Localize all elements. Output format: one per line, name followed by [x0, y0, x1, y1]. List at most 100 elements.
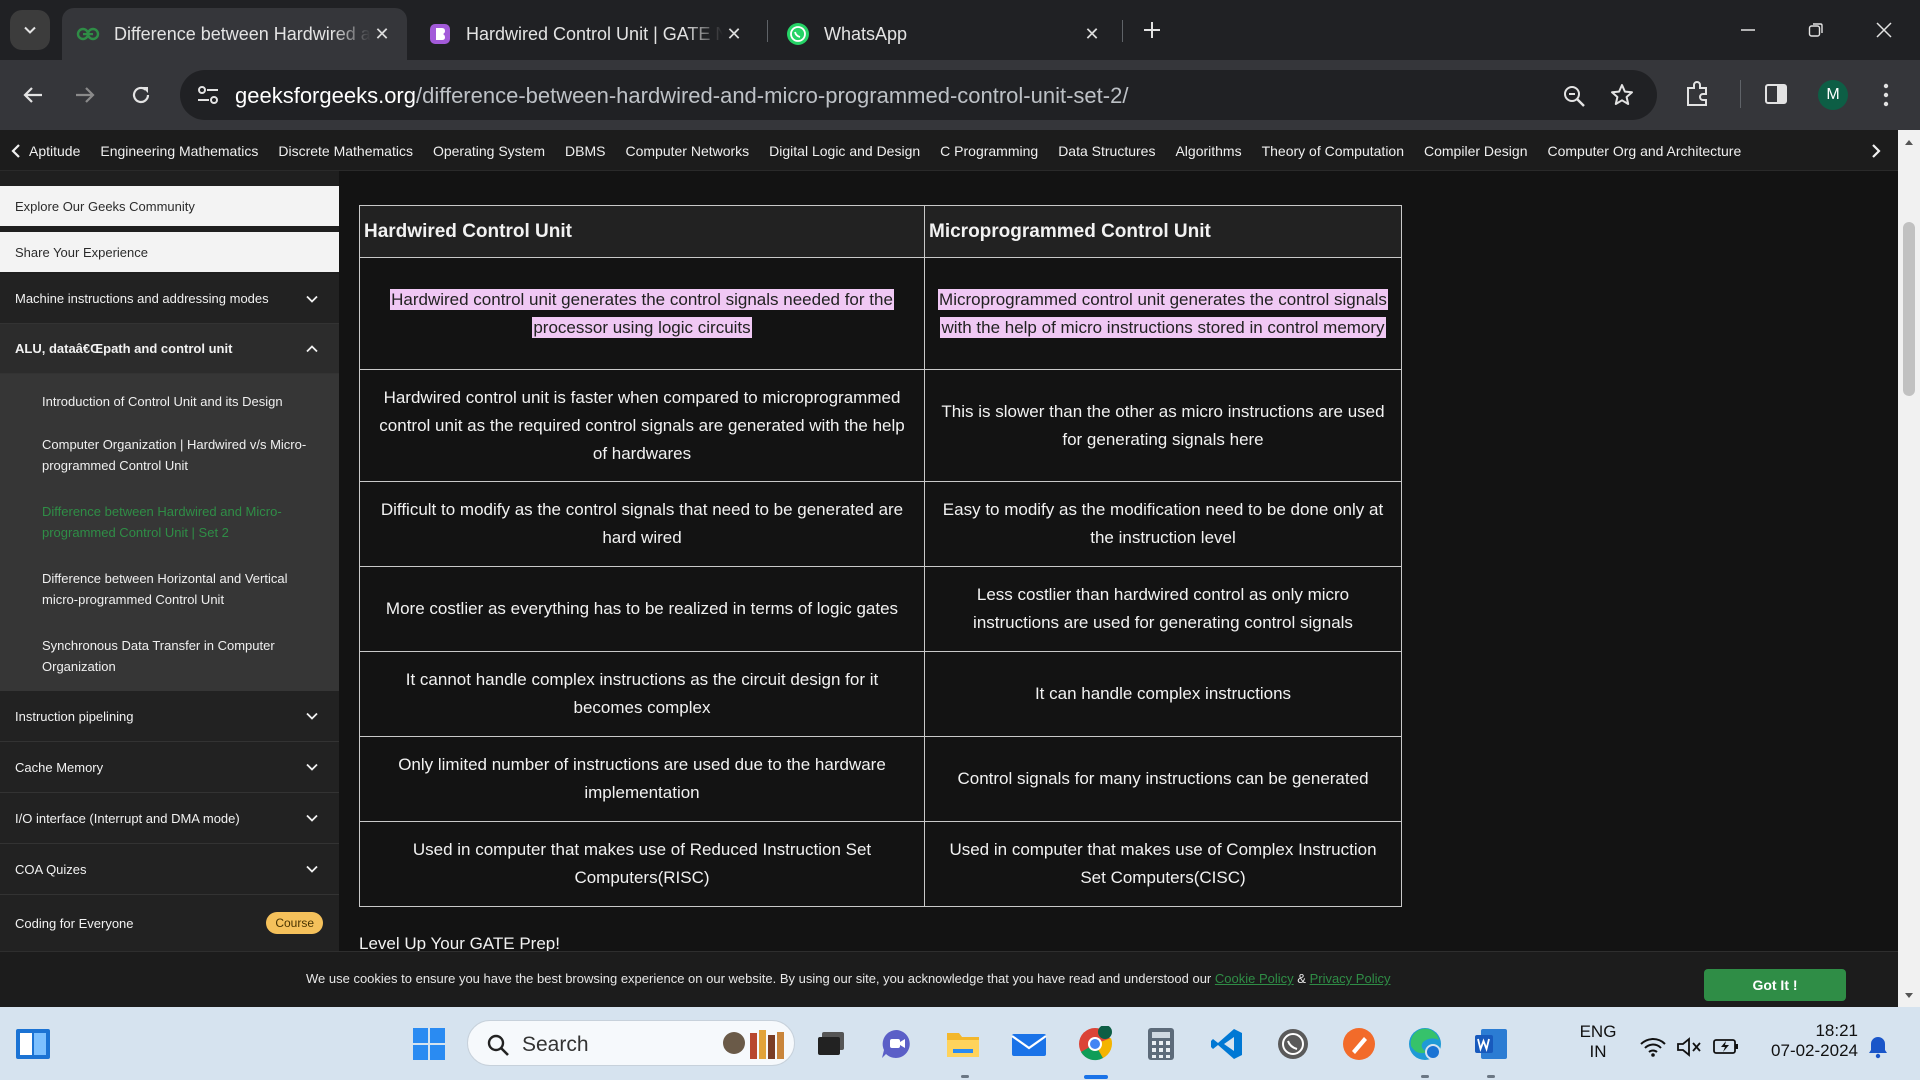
profile-avatar[interactable]: M: [1818, 80, 1848, 110]
table-cell: Easy to modify as the modification need …: [924, 481, 1402, 567]
sidebar-section-cache-memory[interactable]: Cache Memory: [0, 742, 339, 793]
sidebar-section-coding-for-everyone[interactable]: Coding for Everyone Course: [0, 895, 339, 951]
page-scrollbar[interactable]: [1898, 130, 1920, 1007]
table-row: Only limited number of instructions are …: [359, 736, 1402, 822]
reload-button[interactable]: [120, 74, 162, 116]
sidebar-subitem-current-article[interactable]: Difference between Hardwired and Micro-p…: [42, 501, 312, 543]
table-cell: It cannot handle complex instructions as…: [359, 651, 925, 737]
nav-item-dbms[interactable]: DBMS: [565, 143, 605, 159]
sidebar-explore-community[interactable]: Explore Our Geeks Community: [0, 186, 339, 226]
table-cell: More costlier as everything has to be re…: [359, 566, 925, 652]
sidebar-section-machine-instructions[interactable]: Machine instructions and addressing mode…: [0, 274, 339, 324]
nav-item-computer-org[interactable]: Computer Org and Architecture: [1547, 143, 1741, 159]
nav-item-engineering-mathematics[interactable]: Engineering Mathematics: [100, 143, 258, 159]
nav-item-data-structures[interactable]: Data Structures: [1058, 143, 1155, 159]
nav-item-c-programming[interactable]: C Programming: [940, 143, 1038, 159]
nav-item-discrete-mathematics[interactable]: Discrete Mathematics: [278, 143, 413, 159]
table-cell: Used in computer that makes use of Compl…: [924, 821, 1402, 907]
edge-icon[interactable]: [1406, 1025, 1444, 1063]
restore-button[interactable]: [1782, 0, 1850, 60]
file-explorer-icon[interactable]: [944, 1025, 982, 1063]
sidebar-subitem-intro-control-unit[interactable]: Introduction of Control Unit and its Des…: [42, 391, 312, 412]
cookie-policy-link[interactable]: Cookie Policy: [1215, 971, 1294, 986]
nav-item-computer-networks[interactable]: Computer Networks: [625, 143, 749, 159]
language-indicator[interactable]: ENG IN: [1572, 1022, 1624, 1062]
widgets-icon[interactable]: [14, 1025, 52, 1063]
reload-icon: [132, 86, 150, 104]
nav-item-digital-logic[interactable]: Digital Logic and Design: [769, 143, 920, 159]
word-icon[interactable]: [1472, 1025, 1510, 1063]
vscode-icon[interactable]: [1208, 1025, 1246, 1063]
nav-item-algorithms[interactable]: Algorithms: [1175, 143, 1241, 159]
nav-item-theory-of-computation[interactable]: Theory of Computation: [1262, 143, 1404, 159]
table-cell: Hardwired control unit is faster when co…: [359, 369, 925, 482]
privacy-policy-link[interactable]: Privacy Policy: [1310, 971, 1391, 986]
battery-charging-icon[interactable]: [1712, 1035, 1740, 1057]
close-icon[interactable]: ✕: [1081, 24, 1103, 45]
volume-muted-icon[interactable]: [1676, 1037, 1702, 1057]
sidebar-subitem-synchronous-transfer[interactable]: Synchronous Data Transfer in Computer Or…: [42, 635, 312, 677]
scroll-up-icon[interactable]: [1904, 138, 1914, 146]
tab-search-button[interactable]: [10, 10, 50, 50]
task-view-icon[interactable]: [812, 1025, 850, 1063]
scroll-down-icon[interactable]: [1904, 992, 1914, 1000]
table-header-row: Hardwired Control Unit Microprogrammed C…: [359, 205, 1402, 258]
bookmark-star-icon[interactable]: [1610, 83, 1634, 107]
chrome-icon[interactable]: [1076, 1025, 1114, 1063]
tab-whatsapp[interactable]: WhatsApp ✕: [772, 8, 1117, 60]
url-host: geeksforgeeks.org: [235, 83, 416, 108]
chevron-down-icon: [306, 865, 318, 873]
sidebar-section-io-interface[interactable]: I/O interface (Interrupt and DMA mode): [0, 793, 339, 844]
close-window-button[interactable]: [1850, 0, 1918, 60]
sidebar-share-experience[interactable]: Share Your Experience: [0, 232, 339, 272]
extensions-icon[interactable]: [1684, 80, 1712, 108]
sidebar-section-coa-quizes[interactable]: COA Quizes: [0, 844, 339, 895]
cookie-banner: We use cookies to ensure you have the be…: [0, 951, 1898, 1007]
wifi-icon[interactable]: [1640, 1037, 1666, 1057]
table-row: Used in computer that makes use of Reduc…: [359, 821, 1402, 907]
teams-chat-icon[interactable]: [878, 1025, 916, 1063]
sidebar-section-alu-datapath[interactable]: ALU, dataâ€Œpath and control unit: [0, 324, 339, 374]
mail-icon[interactable]: [1010, 1025, 1048, 1063]
minimize-button[interactable]: [1714, 0, 1782, 60]
sidebar-subitem-hardwired-vs-micro[interactable]: Computer Organization | Hardwired v/s Mi…: [42, 434, 312, 476]
tab-gate-notes[interactable]: Hardwired Control Unit | GATE Notes ✕: [414, 8, 759, 60]
site-settings-icon[interactable]: [196, 84, 220, 106]
drawing-app-icon[interactable]: [1340, 1025, 1378, 1063]
side-panel-icon[interactable]: [1764, 82, 1788, 106]
sidebar-section-label: I/O interface (Interrupt and DMA mode): [15, 810, 240, 826]
arrow-left-icon: [23, 87, 42, 103]
forward-button[interactable]: [64, 74, 106, 116]
nav-item-operating-system[interactable]: Operating System: [433, 143, 545, 159]
category-nav: Aptitude Engineering Mathematics Discret…: [0, 130, 1898, 171]
nav-item-compiler-design[interactable]: Compiler Design: [1424, 143, 1527, 159]
system-clock[interactable]: 18:21 07-02-2024: [1758, 1021, 1858, 1061]
calculator-icon[interactable]: [1142, 1025, 1180, 1063]
cookie-accept-button[interactable]: Got It !: [1704, 969, 1846, 1001]
sidebar-section-instruction-pipelining[interactable]: Instruction pipelining: [0, 691, 339, 742]
chevron-right-icon[interactable]: [1870, 143, 1882, 159]
category-nav-items: Aptitude Engineering Mathematics Discret…: [29, 130, 1761, 171]
whatsapp-icon[interactable]: [1274, 1025, 1312, 1063]
tab-gfg-difference[interactable]: Difference between Hardwired and Micro-p…: [62, 8, 407, 60]
taskbar-search-box[interactable]: Search: [467, 1020, 795, 1066]
browser-tab-strip: Difference between Hardwired and Micro-p…: [0, 0, 1920, 60]
article-content: Hardwired Control Unit Microprogrammed C…: [339, 171, 1898, 951]
more-menu-icon[interactable]: [1878, 82, 1894, 108]
close-icon[interactable]: ✕: [723, 24, 745, 45]
close-icon[interactable]: ✕: [371, 24, 393, 45]
zoom-icon[interactable]: [1562, 84, 1586, 108]
cookie-text: We use cookies to ensure you have the be…: [306, 971, 1215, 986]
scrollbar-thumb[interactable]: [1903, 222, 1915, 396]
new-tab-button[interactable]: [1136, 14, 1168, 46]
sidebar-subitem-horizontal-vertical[interactable]: Difference between Horizontal and Vertic…: [42, 568, 312, 610]
sidebar-section-label: Coding for Everyone: [15, 915, 134, 931]
clock-date: 07-02-2024: [1771, 1041, 1858, 1060]
back-button[interactable]: [12, 74, 54, 116]
chevron-left-icon[interactable]: [10, 143, 22, 159]
nav-item-aptitude[interactable]: Aptitude: [29, 143, 80, 159]
cookie-amp: &: [1293, 971, 1310, 986]
windows-start-icon[interactable]: [410, 1025, 448, 1063]
notification-bell-icon[interactable]: [1866, 1035, 1890, 1059]
address-bar[interactable]: geeksforgeeks.org/difference-between-har…: [180, 70, 1657, 120]
